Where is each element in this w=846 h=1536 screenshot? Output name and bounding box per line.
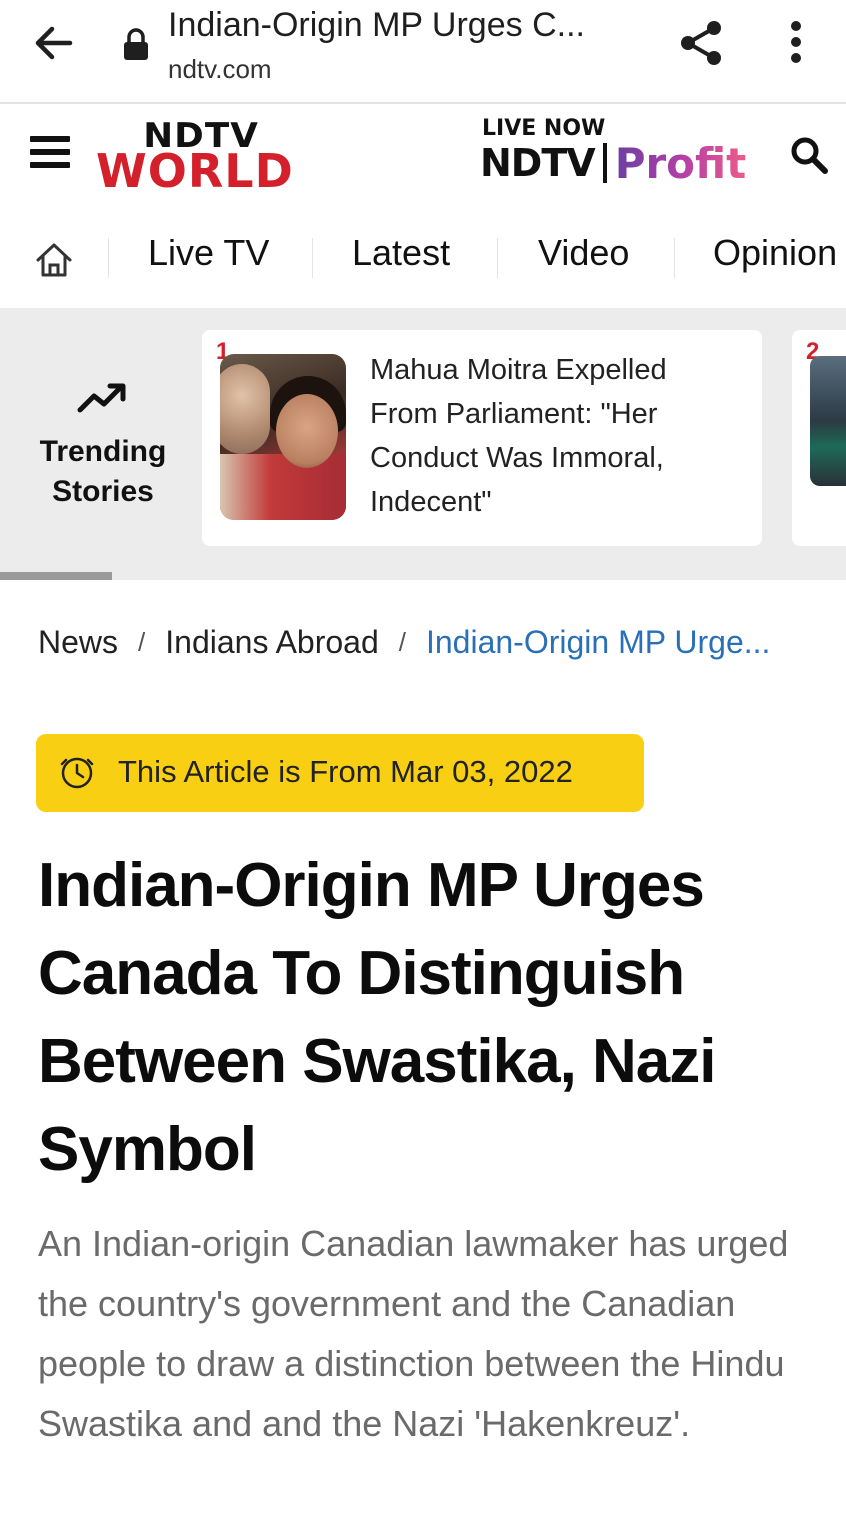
nav-item-latest[interactable]: Latest <box>352 232 450 274</box>
nav-divider <box>674 238 675 278</box>
logo-world-text: WORLD <box>96 144 294 198</box>
trending-story-card[interactable]: 2 <box>792 330 846 546</box>
nav-item-live-tv[interactable]: Live TV <box>148 232 269 274</box>
story-thumbnail <box>810 356 846 486</box>
breadcrumb-separator: / <box>138 627 146 657</box>
story-headline[interactable]: Mahua Moitra Expelled From Parliament: "… <box>370 348 730 524</box>
trending-label: Trending Stories <box>39 435 167 508</box>
share-icon[interactable] <box>676 18 726 68</box>
breadcrumb-separator: / <box>398 627 406 657</box>
trending-up-icon <box>77 383 126 413</box>
breadcrumb-news[interactable]: News <box>38 624 118 661</box>
ndtv-profit-logo[interactable]: NDTV Profit <box>480 138 746 188</box>
partner-profit-text: Profit <box>614 138 747 188</box>
trending-scroll-track <box>0 572 846 580</box>
search-icon[interactable] <box>788 134 830 176</box>
more-vert-icon[interactable] <box>776 18 816 68</box>
nav-divider <box>108 238 109 278</box>
trending-stories-strip[interactable]: Trending Stories 1 Mahua Moitra Expelled… <box>0 308 846 580</box>
browser-toolbar: Indian-Origin MP Urges C... ndtv.com <box>0 0 846 104</box>
archive-notice-text: This Article is From Mar 03, 2022 <box>118 754 573 789</box>
ndtv-world-logo[interactable]: NDTV WORLD <box>96 116 293 198</box>
partner-ndtv-text: NDTV <box>480 141 596 185</box>
logo-divider <box>602 143 607 183</box>
home-icon[interactable] <box>34 240 74 280</box>
browser-page-title[interactable]: Indian-Origin MP Urges C... <box>168 6 628 45</box>
trending-scroll-thumb[interactable] <box>0 572 112 580</box>
archive-notice-badge: This Article is From Mar 03, 2022 <box>36 734 644 812</box>
clock-icon <box>60 757 94 789</box>
nav-divider <box>312 238 313 278</box>
article-summary: An Indian-origin Canadian lawmaker has u… <box>38 1223 789 1444</box>
breadcrumb: News / Indians Abroad / Indian-Origin MP… <box>38 624 770 661</box>
nav-item-opinion[interactable]: Opinion <box>713 232 837 274</box>
main-nav: Live TV Latest Video Opinion <box>0 210 846 306</box>
trending-header: Trending Stories <box>0 308 200 580</box>
trending-story-card[interactable]: 1 Mahua Moitra Expelled From Parliament:… <box>202 330 762 546</box>
menu-icon[interactable] <box>30 136 70 172</box>
lock-icon <box>124 28 148 60</box>
breadcrumb-indians-abroad[interactable]: Indians Abroad <box>165 624 379 661</box>
nav-divider <box>497 238 498 278</box>
nav-item-video[interactable]: Video <box>538 232 629 274</box>
browser-url[interactable]: ndtv.com <box>168 54 272 85</box>
story-thumbnail <box>220 354 346 520</box>
site-header: NDTV WORLD LIVE NOW NDTV Profit <box>0 106 846 204</box>
back-arrow-icon[interactable] <box>28 20 78 66</box>
breadcrumb-current[interactable]: Indian-Origin MP Urge... <box>426 624 770 661</box>
article-title: Indian-Origin MP Urges Canada To Disting… <box>38 851 717 1184</box>
